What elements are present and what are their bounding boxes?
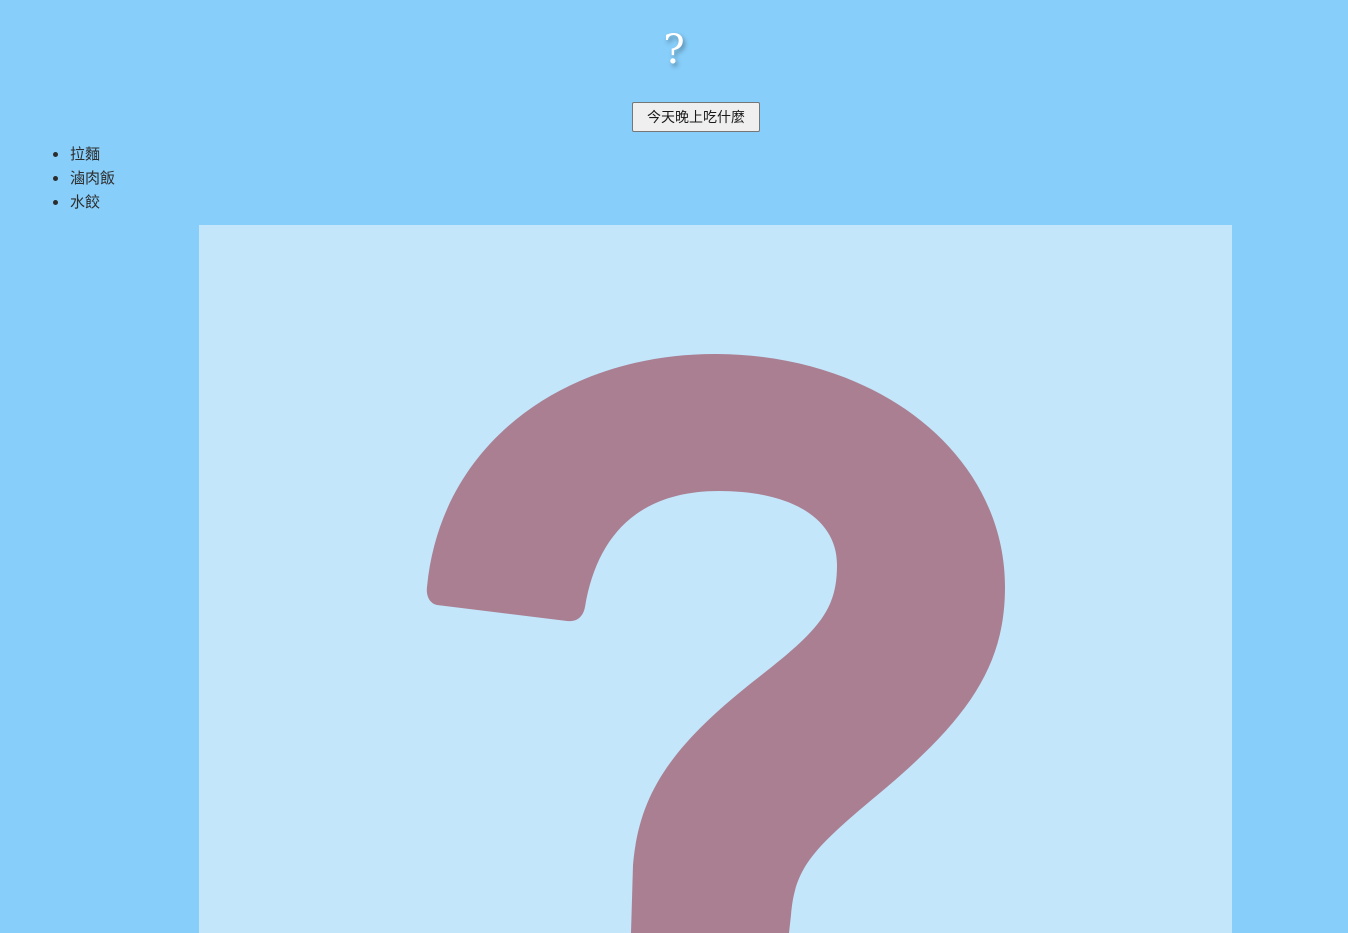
bullet-icon [53,176,58,181]
list-item: 拉麵 [53,142,115,166]
page: ? 今天晚上吃什麼 拉麵 滷肉飯 水餃 [0,0,1348,933]
result-image [199,225,1232,933]
bullet-icon [53,200,58,205]
list-item: 滷肉飯 [53,166,116,190]
bullet-icon [53,152,58,157]
result-title: ? [663,27,685,73]
pick-dinner-button[interactable]: 今天晚上吃什麼 [632,102,760,132]
food-item-label: 滷肉飯 [70,169,116,187]
food-item-label: 拉麵 [70,145,101,163]
list-item: 水餃 [53,190,115,214]
question-mark-icon [426,353,1005,933]
food-item-label: 水餃 [70,193,101,211]
food-list: 拉麵 滷肉飯 水餃 [53,142,116,214]
